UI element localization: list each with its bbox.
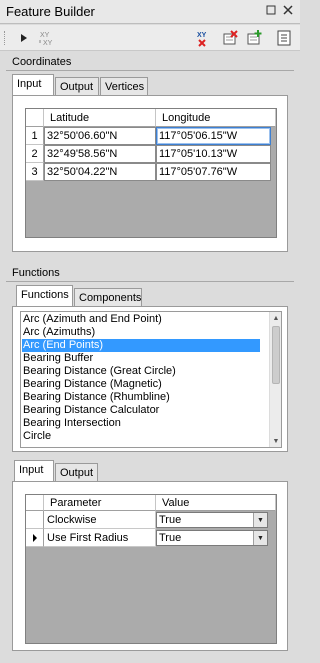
swap-xy-icon[interactable]: XY XY <box>38 28 58 48</box>
play-icon[interactable] <box>14 28 34 48</box>
svg-text:XY: XY <box>43 40 53 47</box>
column-header-longitude[interactable]: Longitude <box>156 109 276 127</box>
xy-delete-icon[interactable]: XY <box>193 28 213 48</box>
coordinates-panel: Latitude Longitude 1 32°50'06.60"N 117°0… <box>12 95 288 252</box>
scroll-thumb[interactable] <box>272 326 280 384</box>
svg-text:XY: XY <box>197 32 207 39</box>
scroll-up-icon[interactable]: ▲ <box>270 312 282 324</box>
tab-coordinates-output[interactable]: Output <box>55 77 99 96</box>
longitude-cell[interactable]: 117°05'07.76"W <box>156 163 271 181</box>
functions-scrollbar[interactable]: ▲ ▼ <box>269 312 281 447</box>
clear-icon[interactable] <box>220 28 240 48</box>
list-item[interactable]: Bearing Intersection <box>22 417 260 430</box>
tab-functions[interactable]: Functions <box>16 285 73 306</box>
tab-parameters-output[interactable]: Output <box>55 463 98 482</box>
row-header[interactable]: 1 <box>26 127 44 145</box>
chevron-down-icon[interactable]: ▼ <box>253 513 267 527</box>
grid-corner <box>26 495 44 511</box>
latitude-cell[interactable]: 32°50'04.22"N <box>44 163 156 181</box>
longitude-cell[interactable]: 117°05'06.15"W <box>156 127 271 145</box>
list-item[interactable]: Bearing Distance (Magnetic) <box>22 378 260 391</box>
coordinates-grid: Latitude Longitude 1 32°50'06.60"N 117°0… <box>25 108 277 238</box>
parameters-grid: Parameter Value Clockwise True ▼ Use Fir… <box>25 494 277 644</box>
toolbar-grip <box>4 31 6 45</box>
row-header[interactable] <box>26 511 44 529</box>
tab-parameters-input[interactable]: Input <box>14 460 54 481</box>
tab-coordinates-input[interactable]: Input <box>12 74 54 95</box>
list-item-selected[interactable]: Arc (End Points) <box>22 339 260 352</box>
coordinates-divider <box>6 70 294 71</box>
functions-divider <box>6 281 294 282</box>
list-item[interactable]: Bearing Distance (Rhumbline) <box>22 391 260 404</box>
properties-icon[interactable] <box>274 28 294 48</box>
grid-corner <box>26 109 44 127</box>
use-first-radius-value-dropdown[interactable]: True ▼ <box>156 530 268 546</box>
column-header-latitude[interactable]: Latitude <box>44 109 156 127</box>
parameter-name-cell: Clockwise <box>44 511 156 529</box>
list-item[interactable]: Arc (Azimuths) <box>22 326 260 339</box>
pin-icon[interactable] <box>265 5 277 17</box>
tab-coordinates-vertices[interactable]: Vertices <box>100 77 148 96</box>
row-header[interactable]: 2 <box>26 145 44 163</box>
list-item[interactable]: Arc (Azimuth and End Point) <box>22 313 260 326</box>
longitude-cell[interactable]: 117°05'10.13"W <box>156 145 271 163</box>
parameter-name-cell: Use First Radius <box>44 529 156 547</box>
list-item[interactable]: Circle <box>22 430 260 443</box>
chevron-down-icon[interactable]: ▼ <box>253 531 267 545</box>
functions-panel: Arc (Azimuth and End Point) Arc (Azimuth… <box>12 306 288 452</box>
tab-components[interactable]: Components <box>74 288 142 307</box>
title-bar: Feature Builder <box>0 0 300 24</box>
latitude-cell[interactable]: 32°49'58.56"N <box>44 145 156 163</box>
column-header-parameter[interactable]: Parameter <box>44 495 156 511</box>
functions-list[interactable]: Arc (Azimuth and End Point) Arc (Azimuth… <box>20 311 282 448</box>
functions-label: Functions <box>12 267 60 279</box>
parameters-panel: Parameter Value Clockwise True ▼ Use Fir… <box>12 481 288 651</box>
toolbar: XY XY XY <box>0 25 300 51</box>
scroll-down-icon[interactable]: ▼ <box>270 435 282 447</box>
list-item[interactable]: Bearing Distance (Great Circle) <box>22 365 260 378</box>
add-point-icon[interactable] <box>244 28 264 48</box>
list-item[interactable]: Bearing Distance Calculator <box>22 404 260 417</box>
list-item[interactable]: Bearing Buffer <box>22 352 260 365</box>
row-header[interactable]: 3 <box>26 163 44 181</box>
column-header-value[interactable]: Value <box>156 495 276 511</box>
close-icon[interactable] <box>282 5 294 17</box>
window-title: Feature Builder <box>6 4 95 19</box>
coordinates-label: Coordinates <box>12 56 72 68</box>
clockwise-value-dropdown[interactable]: True ▼ <box>156 512 268 528</box>
dropdown-value: True <box>159 532 182 544</box>
dropdown-value: True <box>159 514 182 526</box>
latitude-cell[interactable]: 32°50'06.60"N <box>44 127 156 145</box>
svg-text:XY: XY <box>40 32 50 39</box>
row-header-current[interactable] <box>26 529 44 547</box>
